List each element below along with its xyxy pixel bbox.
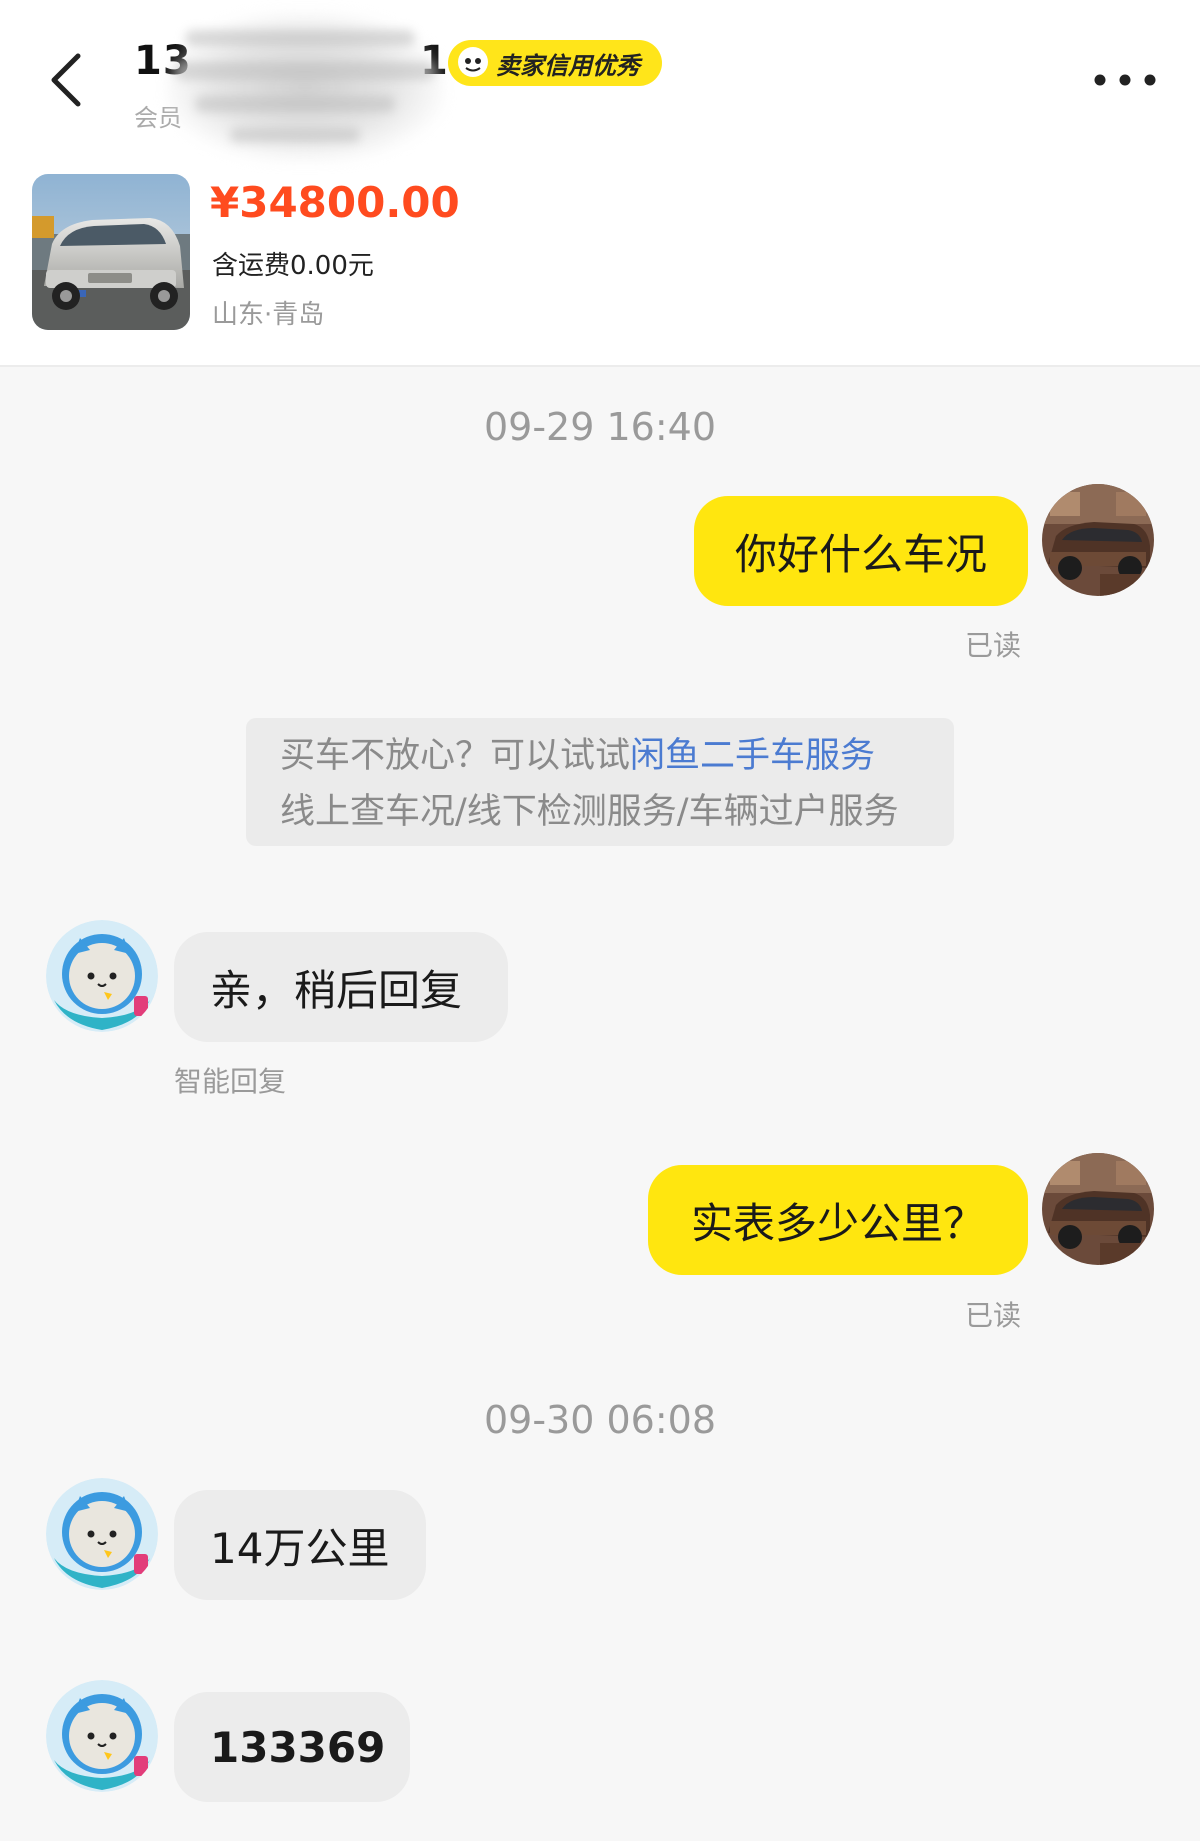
fish-face-icon [458,47,488,77]
outgoing-message-bubble[interactable]: 实表多少公里？ [648,1165,1028,1275]
car-photo-icon [32,174,190,330]
product-thumbnail[interactable] [32,174,190,330]
car-avatar-icon [1042,1153,1154,1265]
redaction-stroke [195,96,395,112]
incoming-message-bubble[interactable]: 亲，稍后回复 [174,932,508,1042]
incoming-message-bubble[interactable]: 14万公里 [174,1490,426,1600]
chevron-left-icon [51,53,81,107]
seller-avatar[interactable] [46,1478,158,1590]
incoming-message-bubble[interactable]: 133369 [174,1692,410,1802]
read-status: 已读 [965,1299,1022,1332]
back-button[interactable] [44,48,88,112]
cat-astronaut-avatar-icon [46,1478,158,1590]
more-button[interactable] [1090,60,1160,100]
redaction-stroke [185,30,415,46]
product-shipping: 含运费0.00元 [212,251,374,281]
seller-avatar[interactable] [46,920,158,1032]
cat-astronaut-avatar-icon [46,920,158,1032]
message-timestamp: 09-29 16:40 [483,405,716,449]
promo-line-1: 买车不放心？可以试试闲鱼二手车服务 [280,728,934,784]
cat-astronaut-avatar-icon [46,1680,158,1792]
seller-credit-badge[interactable]: 卖家信用优秀 [448,40,662,86]
service-promo-card: 买车不放心？可以试试闲鱼二手车服务 线上查车况/线下检测服务/车辆过户服务 [246,718,954,846]
self-avatar[interactable] [1042,484,1154,596]
read-status: 已读 [965,629,1022,662]
seller-avatar[interactable] [46,1680,158,1792]
product-location: 山东·青岛 [212,300,325,330]
smart-reply-label: 智能回复 [174,1065,287,1098]
more-dots-icon [1094,74,1156,86]
self-avatar[interactable] [1042,1153,1154,1265]
redaction-stroke [230,128,360,142]
redaction-stroke [175,62,435,80]
chat-header: 13 会员 1 卖家信用优秀 [0,0,1200,367]
promo-prefix: 买车不放心？可以试试 [280,736,631,776]
promo-line-2: 线上查车况/线下检测服务/车辆过户服务 [280,792,899,832]
message-timestamp: 09-30 06:08 [483,1398,716,1442]
badge-label: 卖家信用优秀 [496,51,640,80]
car-avatar-icon [1042,484,1154,596]
outgoing-message-bubble[interactable]: 你好什么车况 [694,496,1028,606]
used-car-service-link[interactable]: 闲鱼二手车服务 [630,736,875,776]
product-price: ¥34800.00 [210,178,460,227]
